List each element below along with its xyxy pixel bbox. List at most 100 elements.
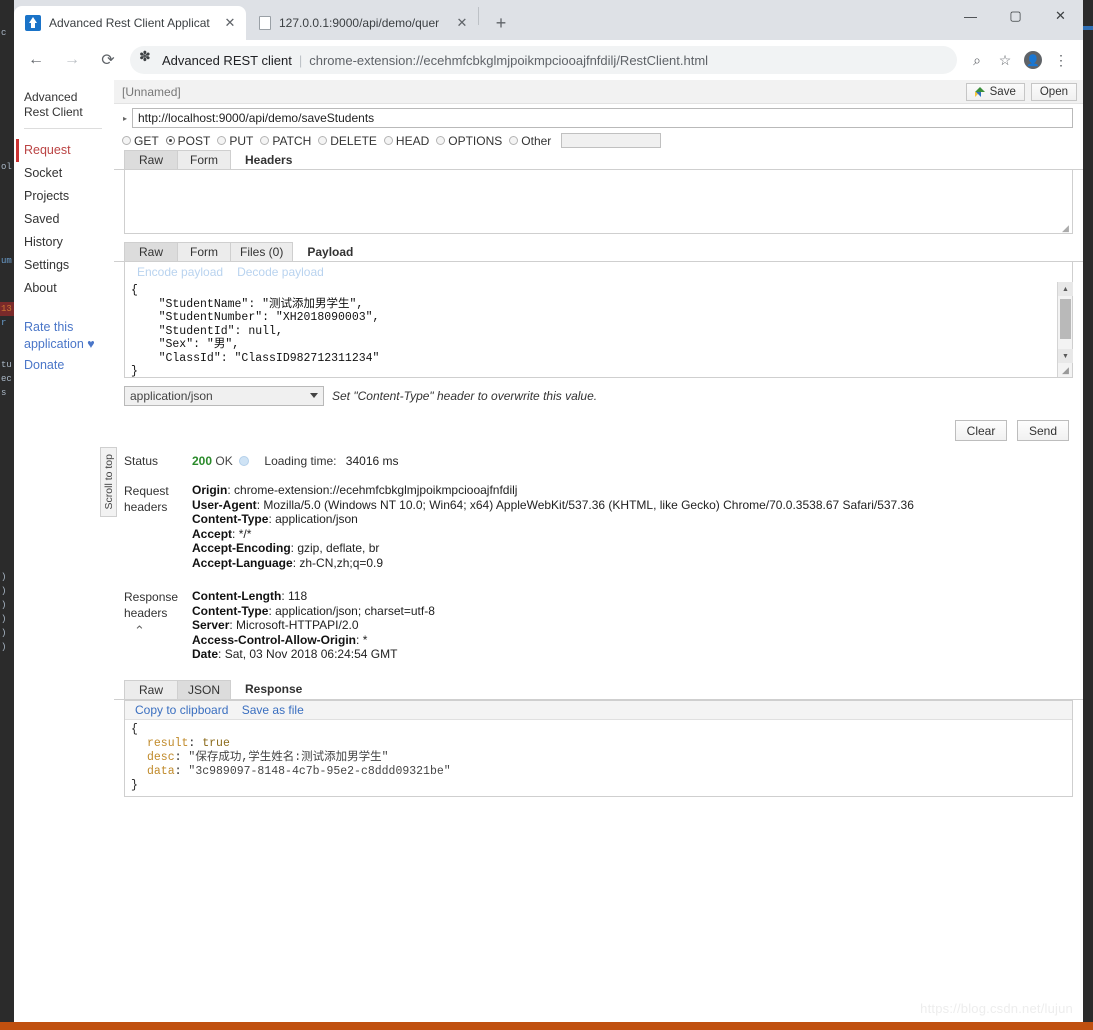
header-value: application/json [275, 512, 358, 526]
other-method-input[interactable] [561, 133, 662, 148]
response-headers-label: Response headers ⌃ [124, 589, 192, 662]
send-button[interactable]: Send [1017, 420, 1069, 441]
scrollbar-thumb[interactable] [1060, 299, 1071, 339]
sidebar-item-request[interactable]: Request [16, 139, 114, 162]
header-value: gzip, deflate, br [297, 541, 380, 555]
window-close-button[interactable]: ✕ [1038, 0, 1083, 32]
tab-headers-form[interactable]: Form [177, 150, 231, 169]
forward-button[interactable]: → [58, 46, 86, 74]
header-row: Accept-Language: zh-CN,zh;q=0.9 [192, 555, 384, 570]
status-info-icon[interactable] [239, 456, 250, 466]
sidebar-item-socket[interactable]: Socket [20, 162, 114, 185]
header-value: 118 [287, 589, 308, 603]
content-type-select[interactable]: application/json [124, 386, 324, 406]
tab-headers-raw[interactable]: Raw [124, 150, 178, 169]
save-button-label: Save [989, 85, 1016, 98]
method-radio-patch[interactable]: PATCH [260, 134, 311, 148]
sidebar-item-projects[interactable]: Projects [20, 185, 114, 208]
chevron-right-icon[interactable]: ▸ [118, 114, 132, 123]
method-radio-head[interactable]: HEAD [383, 134, 429, 148]
request-url-input[interactable] [132, 108, 1073, 128]
radio-icon [260, 136, 270, 145]
method-radio-put[interactable]: PUT [217, 134, 253, 148]
profile-avatar[interactable]: 👤 [1019, 46, 1047, 74]
response-body-actions: Copy to clipboard Save as file [125, 700, 1072, 720]
header-row: Server: Microsoft-HTTPAPI/2.0 [192, 618, 359, 632]
status-label: Status [124, 454, 159, 468]
sidebar-item-about[interactable]: About [20, 277, 114, 300]
method-radio-options[interactable]: OPTIONS [436, 134, 502, 148]
chevron-up-icon[interactable]: ⌃ [124, 623, 192, 639]
open-button[interactable]: Open [1030, 82, 1077, 101]
response-section-title: Response [245, 682, 303, 696]
header-value: */* [238, 526, 252, 541]
back-button[interactable]: ← [22, 46, 50, 74]
scroll-to-top-button[interactable]: Scroll to top [100, 447, 117, 517]
scroll-up-icon[interactable]: ▲ [1058, 282, 1073, 296]
encode-payload-link[interactable]: Encode payload [137, 265, 223, 279]
tab-response-raw[interactable]: Raw [124, 679, 178, 699]
header-row: Content-Length: 118 [192, 589, 308, 603]
tab-payload-raw[interactable]: Raw [124, 242, 178, 261]
payload-editor[interactable]: { "StudentName": "测试添加男学生", "StudentNumb… [124, 282, 1073, 378]
save-as-file-link[interactable]: Save as file [242, 703, 304, 717]
sidebar-item-history[interactable]: History [20, 231, 114, 254]
payload-editor-content[interactable]: { "StudentName": "测试添加男学生", "StudentNumb… [125, 282, 1057, 377]
tab-payload-files[interactable]: Files (0) [230, 242, 294, 261]
scroll-down-icon[interactable]: ▼ [1058, 349, 1073, 363]
browser-tab-active[interactable]: Advanced Rest Client Applicat ✕ [14, 6, 246, 40]
json-key: data [147, 764, 175, 778]
header-row: Accept-Encoding: gzip, deflate, br [192, 541, 380, 555]
resize-grip-icon[interactable]: ◢ [1058, 364, 1073, 377]
browser-tab-inactive[interactable]: 127.0.0.1:9000/api/demo/quer ✕ [246, 6, 478, 40]
sidebar-item-saved[interactable]: Saved [20, 208, 114, 231]
json-value: "3c989097-8148-4c7b-95e2-c8ddd09321be" [188, 764, 451, 778]
json-row: data: "3c989097-8148-4c7b-95e2-c8ddd0932… [131, 765, 1072, 779]
search-icon[interactable]: ⌕ [963, 46, 991, 74]
rate-application-link-line1[interactable]: Rate this [24, 320, 114, 335]
headers-textarea[interactable]: ◢ [124, 170, 1073, 234]
header-name: Date [192, 647, 219, 661]
header-name: Content-Length [192, 589, 282, 603]
browser-tab-title: 127.0.0.1:9000/api/demo/quer [279, 16, 440, 30]
google-drive-icon [974, 86, 986, 97]
decode-payload-link[interactable]: Decode payload [237, 265, 324, 279]
bookmark-star-icon[interactable]: ☆ [991, 46, 1019, 74]
close-icon[interactable]: ✕ [222, 15, 238, 31]
tab-payload-form[interactable]: Form [177, 242, 231, 261]
address-bar[interactable]: Advanced REST client | chrome-extension:… [130, 46, 957, 74]
clear-button[interactable]: Clear [955, 420, 1007, 441]
resize-grip-icon[interactable]: ◢ [1062, 224, 1070, 233]
tab-response-json[interactable]: JSON [177, 679, 231, 699]
close-icon[interactable]: ✕ [454, 15, 470, 31]
copy-to-clipboard-link[interactable]: Copy to clipboard [135, 703, 228, 717]
payload-scrollbar[interactable]: ▲ ▼ ◢ [1057, 282, 1073, 377]
header-value: * [362, 632, 368, 647]
sidebar-item-settings[interactable]: Settings [20, 254, 114, 277]
json-key: desc [147, 750, 175, 764]
reload-button[interactable]: ⟳ [94, 46, 122, 74]
payload-section-title: Payload [307, 244, 354, 259]
new-tab-button[interactable]: + [487, 9, 515, 37]
method-radio-delete[interactable]: DELETE [318, 134, 377, 148]
payload-actions-bar: Encode payload Decode payload [124, 262, 1073, 282]
rate-application-link-line2[interactable]: application ♥ [24, 337, 114, 352]
content-type-note: Set "Content-Type" header to overwrite t… [332, 389, 598, 403]
header-name: Accept [192, 526, 233, 541]
desktop-taskbar [0, 1022, 1093, 1030]
method-label: OPTIONS [448, 133, 503, 148]
arc-sidebar: Advanced Rest Client Request Socket Proj… [14, 80, 114, 1022]
status-row: Status 200 OK Loading time: 34016 ms [114, 453, 1083, 473]
donate-link[interactable]: Donate [24, 358, 114, 373]
method-radio-post[interactable]: POST [165, 134, 210, 148]
minimize-button[interactable]: — [948, 0, 993, 32]
browser-menu-icon[interactable]: ⋮ [1047, 46, 1075, 74]
headers-section-title: Headers [245, 152, 293, 167]
header-row: Access-Control-Allow-Origin: * [192, 632, 368, 647]
method-radio-other[interactable]: Other [509, 134, 551, 148]
header-row: Content-Type: application/json [192, 512, 358, 526]
request-name-label[interactable]: [Unnamed] [122, 85, 181, 99]
maximize-button[interactable]: ▢ [993, 0, 1038, 32]
save-button[interactable]: Save [965, 82, 1025, 101]
method-radio-get[interactable]: GET [122, 134, 159, 148]
